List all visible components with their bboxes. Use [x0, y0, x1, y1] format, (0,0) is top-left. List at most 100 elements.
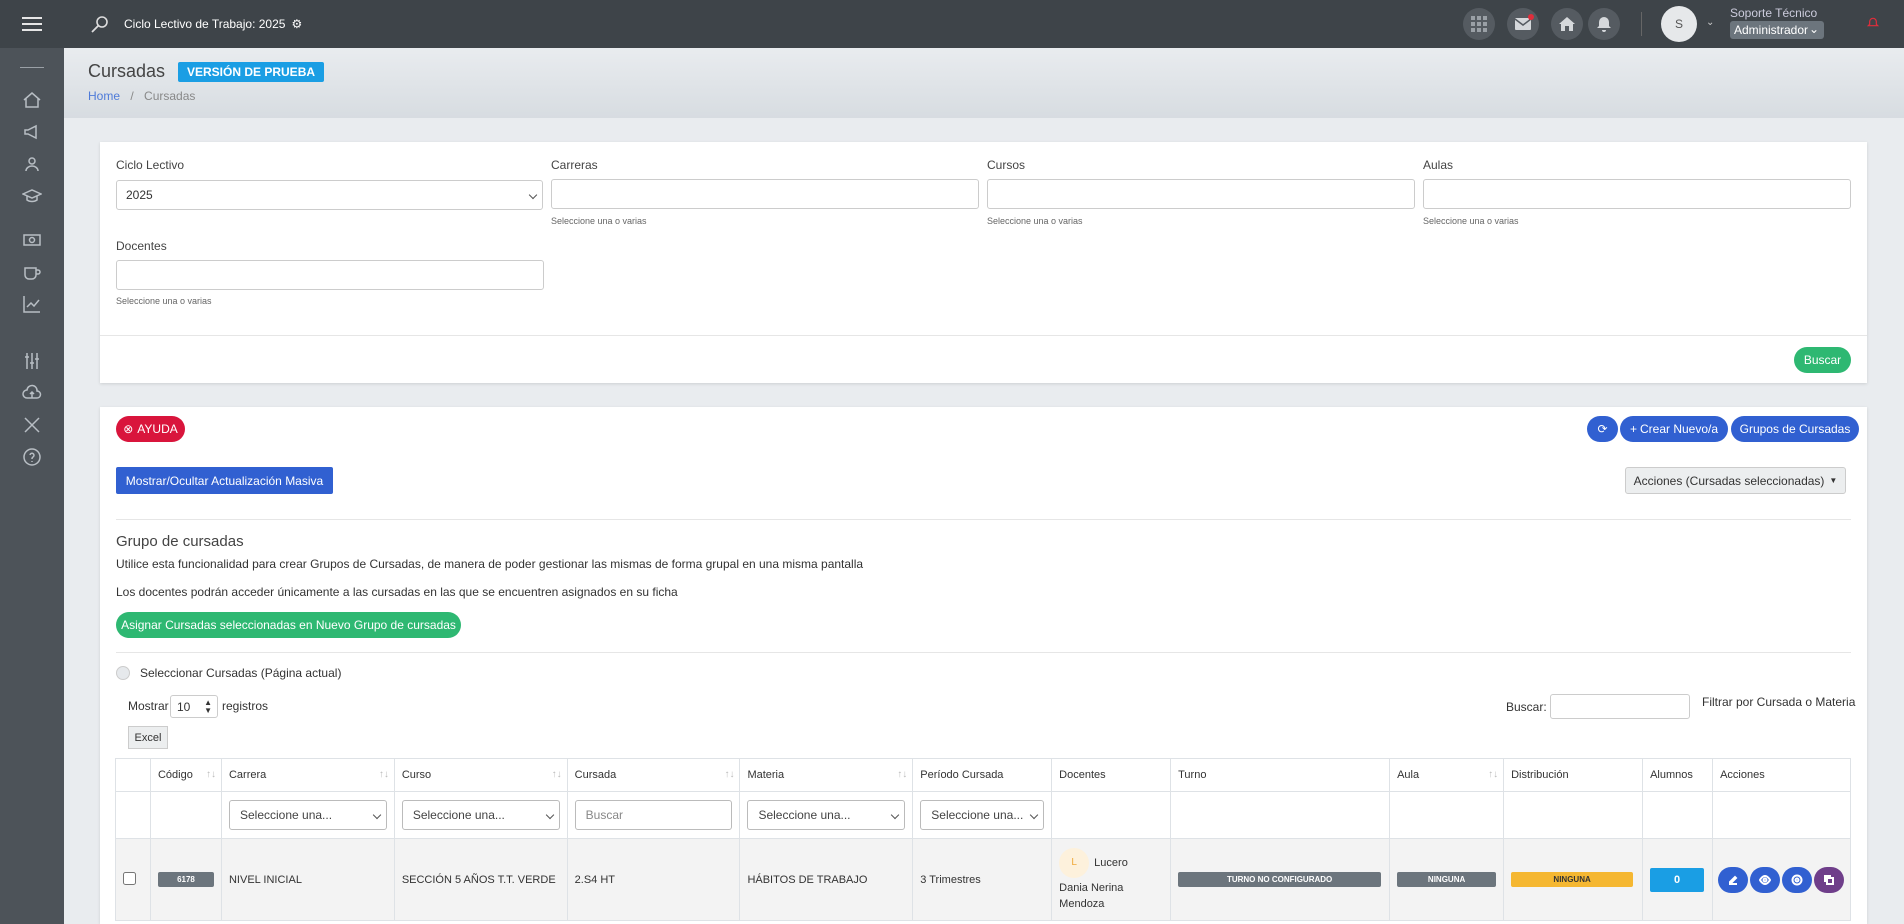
mass-update-toggle-button[interactable]: Mostrar/Ocultar Actualización Masiva	[116, 467, 333, 494]
col-curso[interactable]: Curso ↑↓	[393, 758, 568, 792]
breadcrumb-home[interactable]: Home	[88, 89, 120, 103]
students-count-button[interactable]: 0	[1650, 867, 1705, 892]
money-icon[interactable]	[20, 228, 44, 252]
header-label: Aula	[1397, 769, 1420, 781]
docentes-multiselect[interactable]	[116, 260, 544, 290]
header-label: Código	[157, 769, 193, 781]
target-icon	[1791, 874, 1803, 885]
show-label: Mostrar	[128, 699, 169, 713]
chevron-down-icon	[528, 190, 538, 200]
cursos-label: Cursos	[987, 158, 1026, 172]
filter-cell: Seleccione una...	[739, 791, 914, 839]
avatar[interactable]: S	[1661, 6, 1697, 42]
docentes-label: Docentes	[116, 239, 167, 253]
periodo-filter-select[interactable]: Seleccione una...	[920, 800, 1045, 830]
chevron-down-icon	[545, 810, 554, 820]
chevron-down-icon	[372, 810, 382, 820]
cursada-filter-input[interactable]: Buscar	[574, 800, 733, 830]
sidebar	[0, 0, 64, 924]
filter-cell: Seleccione una...	[912, 791, 1053, 839]
sort-icon: ↑↓	[551, 769, 562, 780]
teacher-first-name: Lucero	[1094, 856, 1128, 869]
chevron-down-icon[interactable]: ⌄	[1706, 17, 1714, 28]
messages-button[interactable]	[1507, 8, 1539, 40]
updown-icon: ▲ ▼	[204, 698, 212, 715]
view-button[interactable]	[1750, 866, 1781, 893]
home-button[interactable]	[1551, 8, 1583, 40]
excel-export-button[interactable]: Excel	[128, 726, 168, 749]
select-page-checkbox[interactable]	[116, 666, 130, 680]
duplicate-button[interactable]	[1814, 866, 1845, 893]
filter-cell	[1051, 791, 1172, 839]
ciclo-label: Ciclo Lectivo	[116, 158, 185, 172]
header-label: Período Cursada	[920, 769, 1004, 781]
cursos-multiselect[interactable]	[987, 179, 1415, 209]
help-circle-icon[interactable]	[20, 445, 44, 469]
edit-button[interactable]	[1718, 866, 1749, 893]
filter-cell	[115, 791, 151, 839]
copy-icon	[1824, 874, 1835, 885]
aulas-multiselect[interactable]	[1423, 179, 1851, 209]
turno-badge: TURNO NO CONFIGURADO	[1178, 872, 1382, 887]
col-carrera[interactable]: Carrera ↑↓	[220, 758, 395, 792]
chart-line-icon[interactable]	[20, 292, 44, 316]
col-periodo: Período Cursada	[912, 758, 1053, 792]
notification-dot	[1528, 14, 1534, 20]
row-checkbox[interactable]	[123, 871, 136, 885]
help-button[interactable]: ⊗ AYUDA	[116, 416, 185, 442]
ciclo-select[interactable]: 2025	[116, 180, 543, 210]
target-button[interactable]	[1782, 866, 1813, 893]
curso-filter-select[interactable]: Seleccione una...	[401, 800, 560, 830]
sort-icon: ↑↓	[724, 769, 735, 780]
menu-toggle[interactable]	[0, 0, 64, 48]
bulk-actions-dropdown[interactable]: Acciones (Cursadas seleccionadas) ▼	[1625, 467, 1846, 494]
tools-icon[interactable]	[20, 413, 44, 437]
header-label: Materia	[747, 769, 785, 781]
materia-filter-select[interactable]: Seleccione una...	[747, 800, 906, 830]
role-select[interactable]: Administrador ⌄	[1730, 21, 1824, 39]
col-distribucion: Distribución	[1503, 758, 1644, 792]
cursada-cell: 2.S4 HT	[566, 838, 741, 921]
col-codigo[interactable]: Código ↑↓	[149, 758, 222, 792]
cycle-selector[interactable]: Ciclo Lectivo de Trabajo: 2025 ⚙	[124, 17, 302, 31]
house-icon	[1559, 17, 1575, 31]
header-label: Docentes	[1059, 769, 1106, 781]
codigo-cell: 6178	[149, 838, 222, 921]
col-materia[interactable]: Materia ↑↓	[739, 758, 914, 792]
carreras-multiselect[interactable]	[551, 179, 979, 209]
user-name: Soporte Técnico	[1730, 6, 1818, 20]
col-acciones: Acciones	[1712, 758, 1851, 792]
sliders-icon[interactable]	[20, 349, 44, 373]
coffee-icon[interactable]	[20, 260, 44, 284]
refresh-button[interactable]: ⟳	[1587, 416, 1618, 442]
search-label: Buscar:	[1506, 700, 1547, 714]
cloud-upload-icon[interactable]	[20, 381, 44, 405]
col-select	[115, 758, 151, 792]
teacher-last-name: Dania Nerina Mendoza	[1059, 881, 1124, 910]
col-docentes: Docentes	[1051, 758, 1172, 792]
group-divider	[116, 652, 1851, 653]
carreras-hint: Seleccione una o varias	[551, 216, 647, 226]
aulas-hint: Seleccione una o varias	[1423, 216, 1519, 226]
megaphone-icon[interactable]	[20, 120, 44, 144]
col-aula[interactable]: Aula ↑↓	[1389, 758, 1505, 792]
header-label: Alumnos	[1650, 769, 1693, 781]
carreras-label: Carreras	[551, 158, 598, 172]
assign-group-button[interactable]: Asignar Cursadas seleccionadas en Nuevo …	[116, 612, 461, 638]
col-cursada[interactable]: Cursada ↑↓	[566, 758, 741, 792]
home-icon[interactable]	[20, 88, 44, 112]
distribucion-cell: NINGUNA	[1503, 838, 1644, 921]
acciones-cell	[1712, 838, 1851, 921]
notifications-button[interactable]	[1588, 8, 1620, 40]
search-button[interactable]: Buscar	[1794, 347, 1851, 373]
page-size-select[interactable]: 10 ▲ ▼	[170, 695, 218, 718]
bell-outline-icon[interactable]	[1867, 17, 1879, 29]
graduation-cap-icon[interactable]	[20, 184, 44, 208]
users-icon[interactable]	[20, 152, 44, 176]
course-groups-button[interactable]: Grupos de Cursadas	[1731, 416, 1859, 442]
search-icon[interactable]	[90, 14, 110, 34]
carrera-filter-select[interactable]: Seleccione una...	[228, 800, 387, 830]
apps-grid-button[interactable]	[1463, 8, 1495, 40]
table-search-input[interactable]	[1550, 694, 1690, 719]
create-new-button[interactable]: + Crear Nuevo/a	[1620, 416, 1728, 442]
